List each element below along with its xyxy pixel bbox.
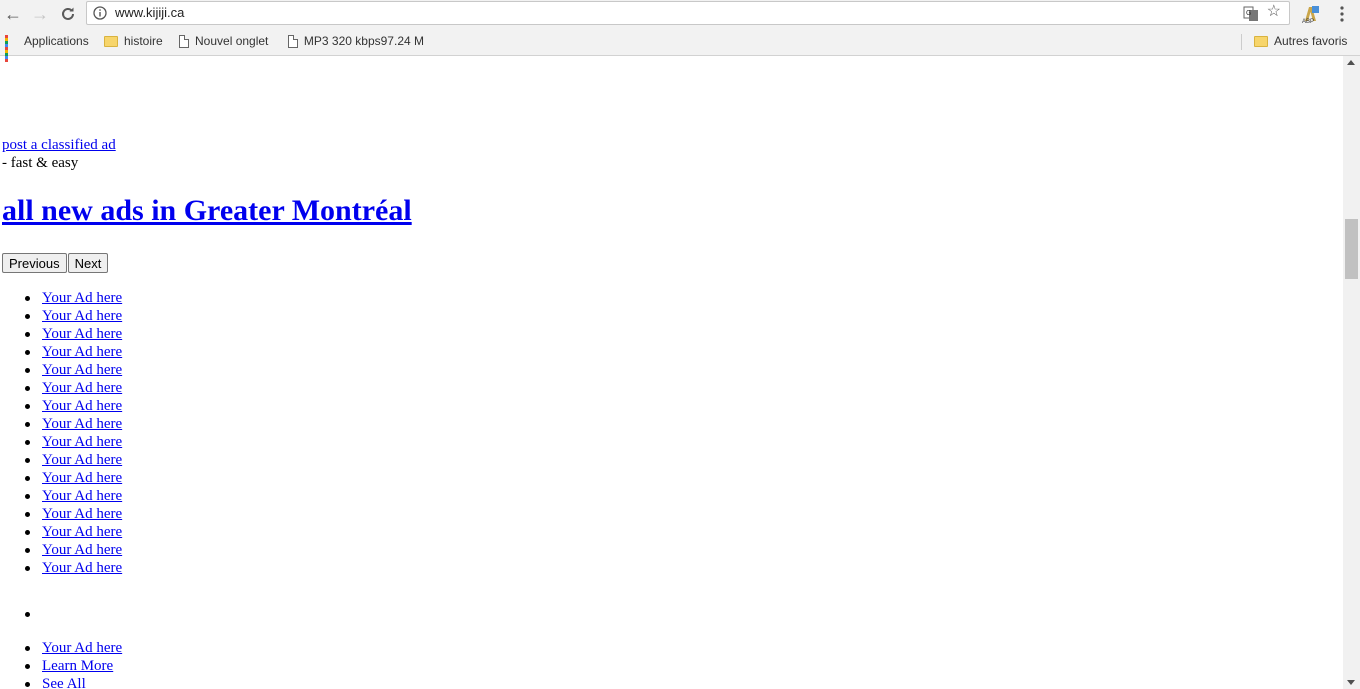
bookmark-nouvel-onglet[interactable]: Nouvel onglet (179, 33, 268, 49)
learn-more-link[interactable]: Learn More (42, 658, 113, 674)
browser-toolbar: ← → www.kijiji.ca G ☆ ABP (0, 0, 1360, 28)
vertical-scrollbar[interactable] (1343, 56, 1360, 689)
post-ad-link[interactable]: post a classified ad (2, 137, 116, 154)
list-item: Your Ad here (0, 505, 122, 523)
forward-arrow-icon[interactable]: → (29, 3, 51, 25)
next-button[interactable]: Next (67, 253, 109, 273)
list-item: Your Ad here (0, 397, 122, 415)
info-icon[interactable] (93, 6, 107, 20)
ad-link[interactable]: Your Ad here (42, 380, 122, 396)
see-all-link[interactable]: See All (42, 676, 86, 689)
your-ad-link[interactable]: Your Ad here (42, 640, 122, 656)
list-item: Your Ad here (0, 379, 122, 397)
url-text: www.kijiji.ca (115, 5, 185, 20)
ad-link[interactable]: Your Ad here (42, 308, 122, 324)
scroll-down-arrow-icon[interactable] (1347, 680, 1355, 685)
ad-link[interactable]: Your Ad here (42, 470, 122, 486)
menu-dots-icon[interactable] (1335, 4, 1349, 24)
ad-link[interactable]: Your Ad here (42, 290, 122, 306)
svg-text:ABP: ABP (1302, 19, 1314, 24)
bookmark-label: histoire (124, 34, 163, 48)
page-content: post a classified ad - fast & easy all n… (0, 56, 1343, 689)
list-item: Your Ad here (0, 307, 122, 325)
page-title: all new ads in Greater Montréal (2, 194, 412, 228)
bookmarks-separator (1241, 34, 1242, 50)
list-item: Your Ad here (0, 325, 122, 343)
list-item: Your Ad here (0, 451, 122, 469)
bookmark-label: Nouvel onglet (195, 34, 269, 48)
ad-link[interactable]: Your Ad here (42, 524, 122, 540)
back-arrow-icon[interactable]: ← (2, 3, 24, 25)
ad-link[interactable]: Your Ad here (42, 452, 122, 468)
ad-link[interactable]: Your Ad here (42, 488, 122, 504)
scrollbar-thumb[interactable] (1345, 219, 1358, 279)
scroll-up-arrow-icon[interactable] (1347, 60, 1355, 65)
list-item: Your Ad here (0, 469, 122, 487)
ad-link[interactable]: Your Ad here (42, 542, 122, 558)
ad-link[interactable]: Your Ad here (42, 560, 122, 576)
page-icon (179, 34, 189, 48)
list-item: See All (0, 675, 122, 689)
footer-list: Your Ad here Learn More See All (0, 639, 122, 689)
ad-link[interactable]: Your Ad here (42, 326, 122, 342)
translate-icon[interactable]: G (1243, 6, 1259, 22)
bookmark-histoire[interactable]: histoire (104, 33, 163, 49)
empty-list (0, 605, 42, 623)
list-item: Your Ad here (0, 487, 122, 505)
post-ad-tagline: - fast & easy (2, 155, 79, 171)
list-item: Your Ad here (0, 541, 122, 559)
list-item: Your Ad here (0, 343, 122, 361)
folder-icon (104, 35, 118, 47)
all-ads-link[interactable]: all new ads in Greater Montréal (2, 194, 412, 227)
bookmark-star-icon[interactable]: ☆ (1267, 4, 1281, 20)
ad-link[interactable]: Your Ad here (42, 506, 122, 522)
folder-icon (1254, 35, 1268, 47)
list-item: Your Ad here (0, 289, 122, 307)
bookmark-label: Applications (24, 34, 89, 48)
empty-list-item (0, 605, 42, 623)
bookmarks-bar: Applications histoire Nouvel onglet MP3 … (0, 28, 1360, 62)
previous-button[interactable]: Previous (2, 253, 67, 273)
list-item: Your Ad here (0, 433, 122, 451)
ad-link[interactable]: Your Ad here (42, 398, 122, 414)
page-icon (288, 34, 298, 48)
reload-icon[interactable] (57, 3, 79, 25)
ad-list: Your Ad here Your Ad here Your Ad here Y… (0, 289, 122, 577)
bookmark-label: Autres favoris (1274, 34, 1348, 48)
list-item: Your Ad here (0, 559, 122, 577)
ad-link[interactable]: Your Ad here (42, 344, 122, 360)
list-item: Your Ad here (0, 361, 122, 379)
list-item: Your Ad here (0, 523, 122, 541)
list-item: Learn More (0, 657, 122, 675)
extension-icon[interactable]: ABP (1300, 4, 1320, 24)
bookmark-mp3[interactable]: MP3 320 kbps97.24 M (288, 33, 424, 49)
list-item: Your Ad here (0, 415, 122, 433)
bookmark-label: MP3 320 kbps97.24 M (303, 34, 424, 48)
ad-link[interactable]: Your Ad here (42, 416, 122, 432)
bookmark-applications[interactable]: Applications (5, 33, 89, 62)
list-item: Your Ad here (0, 639, 122, 657)
ad-link[interactable]: Your Ad here (42, 362, 122, 378)
bookmark-other-favorites[interactable]: Autres favoris (1254, 33, 1347, 49)
pager: Previous Next (2, 253, 109, 273)
apps-grid-icon (5, 34, 18, 62)
address-bar[interactable]: www.kijiji.ca G ☆ (86, 1, 1290, 25)
ad-link[interactable]: Your Ad here (42, 434, 122, 450)
svg-text:G: G (1246, 10, 1251, 17)
